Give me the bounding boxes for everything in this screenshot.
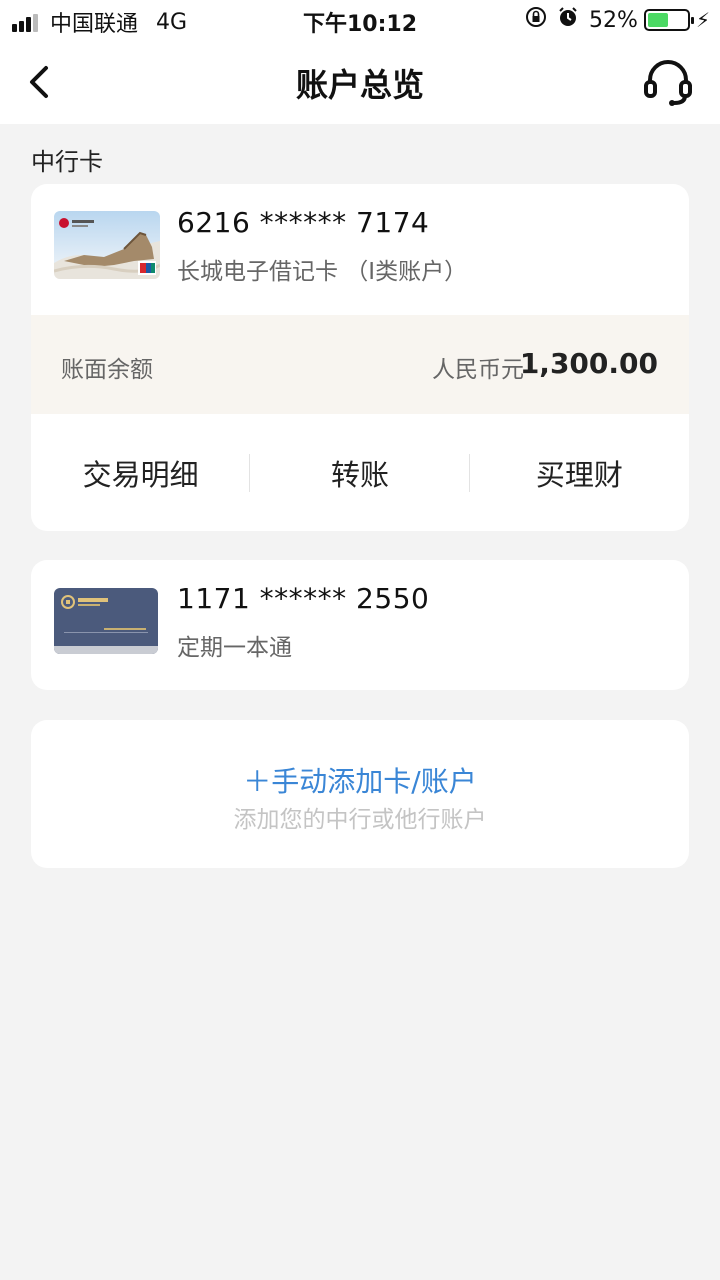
balance-currency: 人民币元 xyxy=(432,357,524,383)
buy-wealth-product-label: 买理财 xyxy=(535,457,623,492)
account-actions: 交易明细 转账 买理财 xyxy=(31,414,689,531)
great-wall-card-image xyxy=(54,211,160,279)
transaction-details-button[interactable]: 交易明细 xyxy=(31,414,251,531)
nav-bar: 账户总览 xyxy=(0,40,720,124)
account-card: 6216 ****** 7174 长城电子借记卡 （I类账户） 账面余额 人民币… xyxy=(31,184,689,531)
transfer-label: 转账 xyxy=(330,457,389,492)
charging-bolt-icon: ⚡ xyxy=(695,8,710,32)
add-account-button[interactable]: ＋手动添加卡/账户 添加您的中行或他行账户 xyxy=(31,720,689,868)
transfer-button[interactable]: 转账 xyxy=(250,414,470,531)
status-bar: 中国联通 4G 下午10:12 52% ⚡ xyxy=(0,0,720,40)
buy-wealth-product-button[interactable]: 买理财 xyxy=(470,414,689,531)
balance-amount: 1,300.00 xyxy=(519,347,658,380)
balance-row: 账面余额 人民币元 1,300.00 xyxy=(31,315,689,414)
rotation-lock-icon xyxy=(525,6,547,34)
page-title: 账户总览 xyxy=(295,66,424,104)
battery-nub xyxy=(690,17,694,24)
account-type: 定期一本通 xyxy=(177,635,292,661)
add-account-label: ＋手动添加卡/账户 xyxy=(243,765,477,798)
section-label: 中行卡 xyxy=(31,148,103,176)
battery-icon xyxy=(643,9,694,31)
passbook-card-image xyxy=(54,588,158,654)
status-right: 52% ⚡ xyxy=(525,6,710,34)
customer-service-button[interactable] xyxy=(642,56,694,108)
account-number: 6216 ****** 7174 xyxy=(177,206,430,239)
alarm-icon xyxy=(557,6,579,34)
account-type: 长城电子借记卡 （I类账户） xyxy=(177,259,468,285)
battery-fill xyxy=(647,13,668,27)
battery-percent: 52% xyxy=(589,7,638,33)
account-card-header[interactable]: 6216 ****** 7174 长城电子借记卡 （I类账户） xyxy=(31,184,689,315)
transaction-details-label: 交易明细 xyxy=(82,457,199,492)
account-number: 1171 ****** 2550 xyxy=(177,582,430,615)
headset-icon xyxy=(644,60,692,106)
account-card-header[interactable]: 1171 ****** 2550 定期一本通 xyxy=(31,560,689,690)
account-card[interactable]: 1171 ****** 2550 定期一本通 xyxy=(31,560,689,690)
balance-label: 账面余额 xyxy=(61,357,153,383)
add-account-sublabel: 添加您的中行或他行账户 xyxy=(233,807,487,833)
